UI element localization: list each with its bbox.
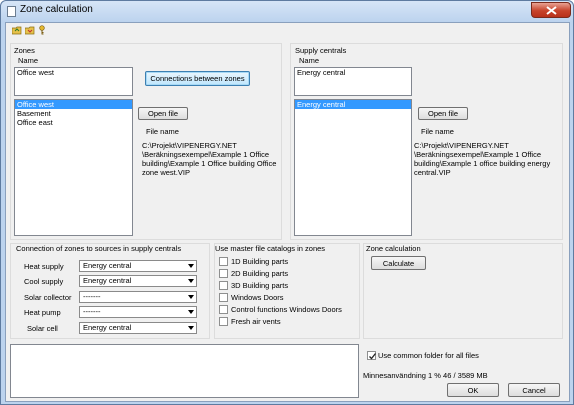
checkbox-fresh-air-vents[interactable]	[219, 317, 228, 326]
list-item[interactable]: Basement	[15, 109, 132, 118]
supply-name-header: Name	[299, 56, 320, 65]
key-icon[interactable]	[37, 25, 47, 35]
chevron-down-icon	[188, 279, 194, 283]
checkbox-label: Control functions Windows Doors	[231, 305, 342, 314]
supply-name-field[interactable]: Energy central	[294, 67, 412, 96]
chevron-down-icon	[188, 326, 194, 330]
cool-supply-value: Energy central	[83, 276, 132, 285]
checkbox-label: 1D Building parts	[231, 257, 289, 266]
memory-usage-text: Minnesanvändning 1 % 46 / 3589 MB	[363, 371, 488, 380]
checkmark-icon	[369, 353, 377, 360]
zone-calculation-window: Zone calculation Zones Name Office west	[0, 0, 574, 405]
checkbox-label: 2D Building parts	[231, 269, 289, 278]
supply-group-label: Supply centrals	[295, 46, 347, 55]
heat-pump-select[interactable]: -------	[79, 306, 197, 318]
solar-collector-label: Solar collector	[24, 293, 72, 302]
title-bar[interactable]: Zone calculation	[1, 1, 573, 22]
connections-between-zones-button[interactable]: Connections between zones	[145, 71, 250, 86]
solar-cell-select[interactable]: Energy central	[79, 322, 197, 334]
supply-file-path: C:\Projekt\VIPENERGY.NET \Beräkningsexem…	[414, 141, 551, 177]
chevron-down-icon	[188, 264, 194, 268]
zones-group: Zones Name Office west Connections betwe…	[10, 43, 282, 240]
common-folder-checkbox[interactable]	[367, 351, 377, 360]
zones-group-label: Zones	[14, 46, 35, 55]
calc-group-label: Zone calculation	[366, 244, 421, 253]
heat-supply-label: Heat supply	[24, 262, 64, 271]
common-folder-label: Use common folder for all files	[378, 351, 479, 360]
list-item[interactable]: Office west	[15, 100, 132, 109]
solar-collector-select[interactable]: -------	[79, 291, 197, 303]
cancel-button[interactable]: Cancel	[508, 383, 560, 397]
heat-pump-label: Heat pump	[24, 308, 61, 317]
zone-name-field[interactable]: Office west	[14, 67, 133, 96]
supply-centrals-list[interactable]: Energy central	[294, 99, 412, 236]
heat-supply-value: Energy central	[83, 261, 132, 270]
checkbox-2d-building-parts[interactable]	[219, 269, 228, 278]
close-icon	[546, 6, 557, 15]
checkbox-3d-building-parts[interactable]	[219, 281, 228, 290]
solar-collector-value: -------	[83, 292, 101, 301]
zones-file-name-label: File name	[146, 127, 179, 136]
dialog-body: Zones Name Office west Connections betwe…	[5, 22, 570, 402]
connection-group-label: Connection of zones to sources in supply…	[16, 244, 182, 253]
zones-name-header: Name	[18, 56, 39, 65]
zone-calculation-group: Zone calculation Calculate	[363, 243, 563, 339]
supply-centrals-group: Supply centrals Name Energy central Ener…	[290, 43, 563, 240]
zones-list[interactable]: Office west Basement Office east	[14, 99, 133, 236]
chevron-down-icon	[188, 310, 194, 314]
cool-supply-label: Cool supply	[24, 277, 64, 286]
zones-open-file-button[interactable]: Open file	[138, 107, 188, 120]
master-catalogs-group: Use master file catalogs in zones 1D Bui…	[214, 243, 360, 339]
cool-supply-select[interactable]: Energy central	[79, 275, 197, 287]
close-button[interactable]	[531, 2, 571, 18]
window-title: Zone calculation	[20, 4, 93, 15]
supply-file-name-label: File name	[421, 127, 454, 136]
app-icon	[7, 6, 16, 17]
open-folder-icon[interactable]	[12, 25, 22, 35]
master-group-label: Use master file catalogs in zones	[215, 244, 326, 253]
log-area[interactable]	[10, 344, 359, 398]
heat-supply-select[interactable]: Energy central	[79, 260, 197, 272]
connection-group: Connection of zones to sources in supply…	[10, 243, 210, 339]
checkbox-label: Fresh air vents	[231, 317, 281, 326]
supply-open-file-button[interactable]: Open file	[418, 107, 468, 120]
list-item[interactable]: Energy central	[295, 100, 411, 109]
zone-name-value: Office west	[17, 68, 54, 77]
heat-pump-value: -------	[83, 307, 101, 316]
checkbox-label: Windows Doors	[231, 293, 284, 302]
checkbox-windows-doors[interactable]	[219, 293, 228, 302]
checkbox-control-functions[interactable]	[219, 305, 228, 314]
zones-file-path: C:\Projekt\VIPENERGY.NET \Beräkningsexem…	[142, 141, 277, 177]
save-folder-icon[interactable]	[25, 25, 35, 35]
ok-button[interactable]: OK	[447, 383, 499, 397]
checkbox-label: 3D Building parts	[231, 281, 289, 290]
calculate-button[interactable]: Calculate	[371, 256, 426, 270]
supply-name-value: Energy central	[297, 68, 346, 77]
solar-cell-value: Energy central	[83, 323, 132, 332]
list-item[interactable]: Office east	[15, 118, 132, 127]
checkbox-1d-building-parts[interactable]	[219, 257, 228, 266]
chevron-down-icon	[188, 295, 194, 299]
solar-cell-label: Solar cell	[27, 324, 58, 333]
